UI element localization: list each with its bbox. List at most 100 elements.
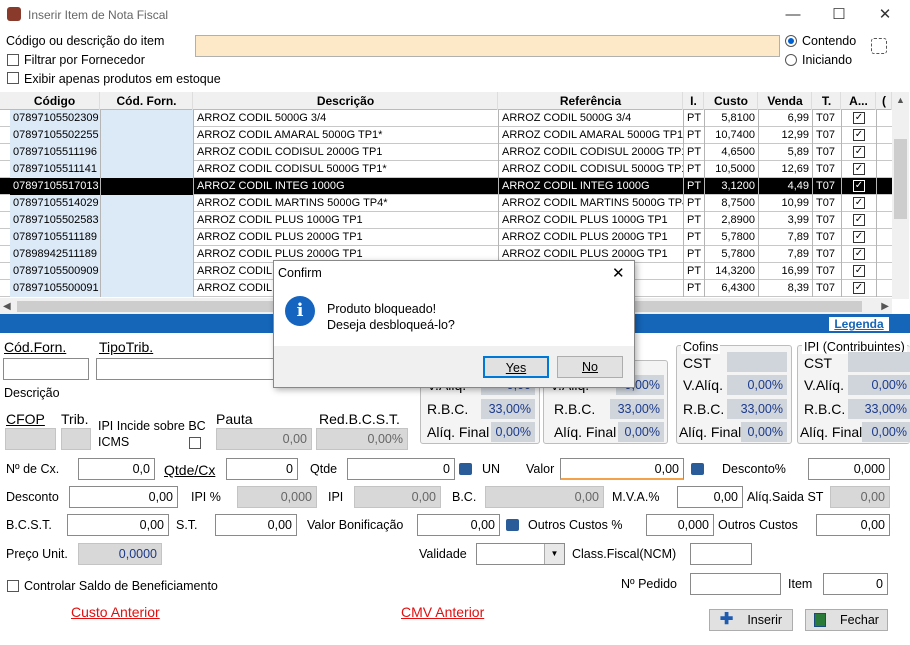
- cofins-aliq-final-input[interactable]: 0,00%: [741, 422, 787, 442]
- ipi-input[interactable]: 0,00: [354, 486, 441, 508]
- magic-wand-icon[interactable]: [871, 38, 887, 54]
- col-codigo[interactable]: Código: [10, 92, 100, 110]
- pis-aliq-final-input[interactable]: 0,00%: [618, 422, 664, 442]
- preco-unit-input[interactable]: 0,0000: [78, 543, 162, 565]
- inserir-button[interactable]: ✚ Inserir: [709, 609, 793, 631]
- chevron-down-icon[interactable]: ▼: [544, 544, 564, 564]
- active-checkbox[interactable]: ✓: [853, 265, 865, 277]
- pis-rbc-input[interactable]: 33,00%: [610, 399, 664, 419]
- yes-button[interactable]: Yes: [483, 356, 549, 378]
- class-fiscal-input[interactable]: [690, 543, 752, 565]
- cell-a[interactable]: ✓: [842, 280, 877, 297]
- active-checkbox[interactable]: ✓: [853, 112, 865, 124]
- radio-contendo[interactable]: [785, 35, 797, 47]
- cmv-anterior-link[interactable]: CMV Anterior: [401, 604, 484, 620]
- bc-input[interactable]: 0,00: [485, 486, 604, 508]
- outros-input[interactable]: 0,00: [816, 514, 890, 536]
- fechar-button[interactable]: Fechar: [805, 609, 888, 631]
- icms-aliq-final-input[interactable]: 0,00%: [491, 422, 535, 442]
- cell-a[interactable]: ✓: [842, 229, 877, 246]
- n-cx-input[interactable]: 0,0: [78, 458, 155, 480]
- cfop-input[interactable]: [5, 428, 56, 450]
- cell-a[interactable]: ✓: [842, 195, 877, 212]
- search-input[interactable]: [195, 35, 780, 57]
- trib-input[interactable]: [61, 428, 91, 450]
- valor-bonif-input[interactable]: 0,00: [417, 514, 500, 536]
- col-i[interactable]: I.: [684, 92, 704, 110]
- icms-rbc-input[interactable]: 33,00%: [481, 399, 535, 419]
- n-pedido-input[interactable]: [690, 573, 781, 595]
- outros-pct-input[interactable]: 0,000: [646, 514, 714, 536]
- item-input[interactable]: 0: [823, 573, 888, 595]
- col-referencia[interactable]: Referência: [499, 92, 683, 110]
- maximize-button[interactable]: ☐: [816, 0, 862, 30]
- col-descricao[interactable]: Descrição: [194, 92, 498, 110]
- desconto-input[interactable]: 0,00: [69, 486, 178, 508]
- qtde-cx-input[interactable]: 0: [226, 458, 298, 480]
- table-row[interactable]: 07897105514029 ARROZ CODIL MARTINS 5000G …: [0, 195, 892, 212]
- col-venda[interactable]: Venda: [759, 92, 812, 110]
- active-checkbox[interactable]: ✓: [853, 146, 865, 158]
- close-button[interactable]: ✕: [862, 0, 908, 30]
- grid-vertical-scrollbar[interactable]: ▲: [892, 92, 909, 299]
- aliq-saida-input[interactable]: 0,00: [830, 486, 890, 508]
- col-a[interactable]: A...: [842, 92, 876, 110]
- validade-dropdown[interactable]: ▼: [476, 543, 565, 565]
- active-checkbox[interactable]: ✓: [853, 180, 865, 192]
- custo-anterior-link[interactable]: Custo Anterior: [71, 604, 160, 620]
- cod-forn-input[interactable]: [3, 358, 89, 380]
- minimize-button[interactable]: —: [770, 0, 816, 30]
- controlar-checkbox[interactable]: [7, 580, 19, 592]
- radio-iniciando[interactable]: [785, 54, 797, 66]
- table-row[interactable]: ▶ 07897105517013 ARROZ CODIL INTEG 1000G AR…: [0, 178, 892, 195]
- col-cod-forn[interactable]: Cód. Forn.: [101, 92, 193, 110]
- cell-a[interactable]: ✓: [842, 263, 877, 280]
- cell-a[interactable]: ✓: [842, 110, 877, 127]
- legenda-button[interactable]: Legenda: [828, 316, 890, 332]
- ipi-pct-input[interactable]: 0,000: [237, 486, 317, 508]
- cell-a[interactable]: ✓: [842, 246, 877, 263]
- dialog-close-icon[interactable]: ✕: [612, 264, 625, 282]
- table-row[interactable]: 07897105502583 ARROZ CODIL PLUS 1000G TP1…: [0, 212, 892, 229]
- col-extra[interactable]: (: [877, 92, 892, 110]
- calculator-icon[interactable]: [691, 463, 704, 475]
- active-checkbox[interactable]: ✓: [853, 197, 865, 209]
- active-checkbox[interactable]: ✓: [853, 282, 865, 294]
- bcst-input[interactable]: 0,00: [67, 514, 169, 536]
- st-input[interactable]: 0,00: [215, 514, 297, 536]
- ipi-incide-checkbox[interactable]: [189, 437, 201, 449]
- cell-a[interactable]: ✓: [842, 178, 877, 195]
- table-row[interactable]: 07897105511189 ARROZ CODIL PLUS 2000G TP1…: [0, 229, 892, 246]
- cell-a[interactable]: ✓: [842, 212, 877, 229]
- ipi-aliq-final-input[interactable]: 0,00%: [862, 422, 910, 442]
- cell-a[interactable]: ✓: [842, 144, 877, 161]
- active-checkbox[interactable]: ✓: [853, 129, 865, 141]
- active-checkbox[interactable]: ✓: [853, 214, 865, 226]
- red-bcst-input[interactable]: 0,00%: [316, 428, 408, 450]
- cofins-valiq-input[interactable]: 0,00%: [727, 375, 787, 395]
- ipi-cst-input[interactable]: [848, 352, 910, 372]
- filter-fornecedor-checkbox[interactable]: [7, 54, 19, 66]
- valor-input[interactable]: 0,00: [560, 458, 684, 480]
- cell-a[interactable]: ✓: [842, 127, 877, 144]
- table-row[interactable]: 07897105502255 ARROZ CODIL AMARAL 5000G T…: [0, 127, 892, 144]
- ipi-valiq-input[interactable]: 0,00%: [848, 375, 910, 395]
- active-checkbox[interactable]: ✓: [853, 248, 865, 260]
- table-row[interactable]: 07897105511196 ARROZ CODIL CODISUL 2000G …: [0, 144, 892, 161]
- cell-a[interactable]: ✓: [842, 161, 877, 178]
- active-checkbox[interactable]: ✓: [853, 163, 865, 175]
- cofins-cst-input[interactable]: [727, 352, 787, 372]
- table-row[interactable]: 07897105511141 ARROZ CODIL CODISUL 5000G …: [0, 161, 892, 178]
- desconto-pct-input[interactable]: 0,000: [808, 458, 890, 480]
- cofins-rbc-input[interactable]: 33,00%: [727, 399, 787, 419]
- col-custo[interactable]: Custo: [705, 92, 758, 110]
- qtde-input[interactable]: 0: [347, 458, 455, 480]
- ipi-rbc-input[interactable]: 33,00%: [848, 399, 910, 419]
- col-t[interactable]: T.: [813, 92, 841, 110]
- pauta-input[interactable]: 0,00: [216, 428, 312, 450]
- exibir-estoque-checkbox[interactable]: [7, 72, 19, 84]
- calculator-icon[interactable]: [459, 463, 472, 475]
- active-checkbox[interactable]: ✓: [853, 231, 865, 243]
- calculator-icon[interactable]: [506, 519, 519, 531]
- no-button[interactable]: No: [557, 356, 623, 378]
